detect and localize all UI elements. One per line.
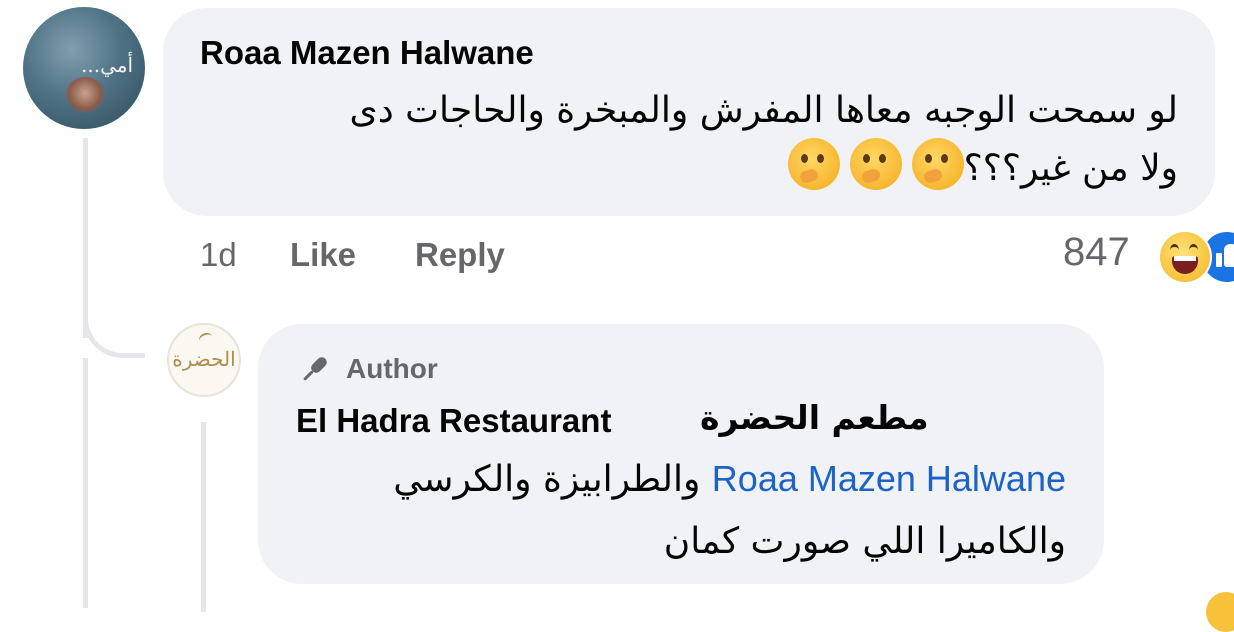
thinking-face-icon — [911, 138, 964, 190]
thinking-face-icon — [849, 138, 902, 190]
comment-text-line-2: ولا من غير؟؟؟ — [218, 138, 1178, 196]
mention-link[interactable]: Roaa Mazen Halwane — [712, 458, 1066, 499]
reply-button[interactable]: Reply — [415, 236, 505, 274]
reaction-count[interactable]: 847 — [1063, 230, 1130, 275]
comment-author-name[interactable]: Roaa Mazen Halwane — [200, 34, 534, 72]
comment-text-line-2-text: ولا من غير؟؟؟ — [963, 148, 1178, 189]
restaurant-avatar[interactable]: الحضرة — [167, 323, 241, 397]
reply-text-line: Roaa Mazen Halwane والطرابيزة والكرسي — [246, 448, 1066, 511]
avatar-text: أمي... — [81, 53, 134, 77]
leaf-logo-icon — [197, 330, 215, 348]
reply-text-line-2: والكاميرا اللي صورت كمان — [663, 521, 1066, 562]
author-badge: Author — [346, 353, 438, 384]
laughing-face-reaction-icon[interactable] — [1158, 230, 1212, 284]
comment-text-line: لو سمحت الوجبه معاها المفرش والمبخرة وال… — [349, 90, 1178, 131]
thread-line — [201, 422, 206, 612]
reply-author-name-arabic[interactable]: مطعم الحضرة — [700, 398, 929, 437]
commenter-avatar[interactable]: أمي... — [23, 7, 145, 129]
thread-line — [83, 358, 88, 608]
like-button[interactable]: Like — [290, 236, 356, 274]
reaction-emoji-icon — [1206, 592, 1234, 632]
avatar-flower-image — [65, 77, 105, 113]
reply-author-name[interactable]: El Hadra Restaurant — [296, 402, 611, 440]
reply-text: Roaa Mazen Halwane والطرابيزة والكرسي وا… — [246, 448, 1066, 573]
thinking-face-icon — [787, 138, 840, 190]
microphone-icon — [303, 357, 327, 381]
thread-connector — [83, 300, 145, 358]
avatar-logo-text: الحضرة — [172, 347, 236, 371]
comment-text: لو سمحت الوجبه معاها المفرش والمبخرة وال… — [218, 84, 1178, 196]
comment-timestamp[interactable]: 1d — [200, 236, 237, 274]
reply-text-line-1-rest: والطرابيزة والكرسي — [393, 459, 712, 500]
